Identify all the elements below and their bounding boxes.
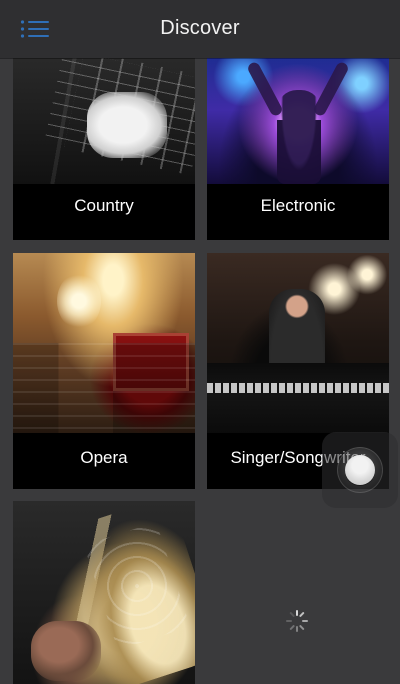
app-header: Discover (0, 0, 400, 58)
genre-tile-opera[interactable]: Opera (13, 253, 195, 489)
genre-tile-electronic[interactable]: Electronic (207, 58, 389, 240)
genre-grid: Country Electronic Opera Singer/Songwrit… (0, 58, 400, 684)
page-title: Discover (160, 17, 240, 39)
balconies (13, 343, 195, 433)
hand (31, 621, 101, 681)
concert-photo (207, 58, 389, 184)
opera-house-photo (13, 253, 195, 433)
piano-keys (207, 383, 389, 393)
assistive-touch-dot (345, 455, 375, 485)
hand (87, 92, 167, 158)
chandelier (57, 273, 101, 329)
loading-slot (207, 501, 389, 684)
guitar-photo (13, 58, 195, 184)
genre-label: Opera (80, 448, 128, 467)
performer-silhouette (277, 90, 321, 184)
spinner-icon (286, 610, 308, 632)
genre-label: Electronic (260, 196, 336, 215)
assistive-touch-button[interactable] (322, 432, 398, 508)
genre-tile-saxophone[interactable] (13, 501, 195, 684)
genre-label: Country (74, 196, 134, 215)
piano (207, 363, 389, 433)
genre-tile-country[interactable]: Country (13, 58, 195, 240)
saxophone-photo (13, 501, 195, 684)
pianist-photo (207, 253, 389, 433)
